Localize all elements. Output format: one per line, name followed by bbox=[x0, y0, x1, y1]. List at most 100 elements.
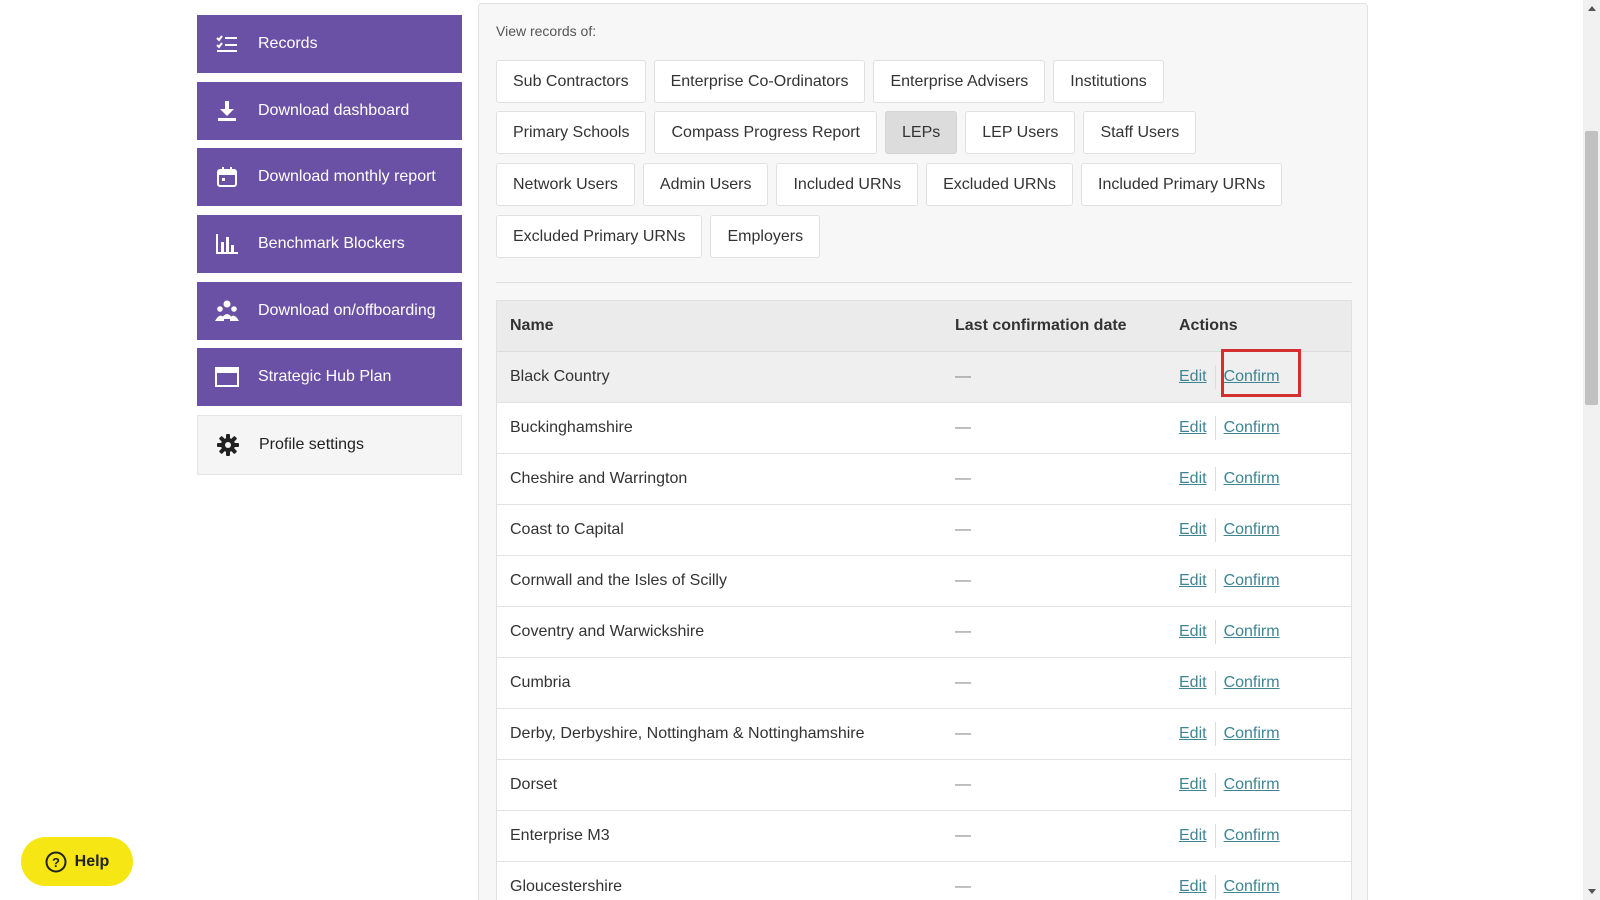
scrollbar-thumb[interactable] bbox=[1585, 131, 1598, 405]
header-name: Name bbox=[510, 317, 554, 334]
sidebar-item-records[interactable]: Records bbox=[197, 15, 462, 73]
sidebar-item-strategic-hub-plan[interactable]: Strategic Hub Plan bbox=[197, 348, 462, 407]
sidebar-item-profile-settings[interactable]: Profile settings bbox=[197, 415, 462, 476]
table-row: Dorset — Edit Confirm bbox=[497, 760, 1351, 811]
action-separator bbox=[1214, 569, 1216, 593]
row-actions: Edit Confirm bbox=[1179, 671, 1280, 695]
question-circle-icon: ? bbox=[45, 851, 67, 873]
confirm-link-wrapper: Confirm bbox=[1224, 725, 1280, 743]
confirm-link[interactable]: Confirm bbox=[1224, 776, 1280, 793]
sidebar-item-download-dashboard[interactable]: Download dashboard bbox=[197, 81, 462, 140]
row-actions: Edit Confirm bbox=[1179, 824, 1280, 848]
action-separator bbox=[1214, 671, 1216, 695]
edit-link[interactable]: Edit bbox=[1179, 470, 1207, 488]
action-separator bbox=[1214, 773, 1216, 797]
download-icon bbox=[215, 99, 239, 123]
filter-sub-contractors[interactable]: Sub Contractors bbox=[496, 60, 646, 103]
row-last-confirmation-date: — bbox=[955, 776, 971, 793]
row-name: Black Country bbox=[510, 368, 610, 385]
confirm-link-wrapper: Confirm bbox=[1224, 572, 1280, 590]
scroll-up-arrow-icon[interactable] bbox=[1583, 0, 1600, 17]
confirm-link[interactable]: Confirm bbox=[1224, 878, 1280, 895]
edit-link[interactable]: Edit bbox=[1179, 623, 1207, 641]
row-actions: Edit Confirm bbox=[1179, 467, 1280, 491]
sidebar-item-download-monthly-report[interactable]: Download monthly report bbox=[197, 148, 462, 207]
confirm-link[interactable]: Confirm bbox=[1224, 419, 1280, 436]
action-separator bbox=[1214, 620, 1216, 644]
table-row: Buckinghamshire — Edit Confirm bbox=[497, 403, 1351, 454]
row-actions: Edit Confirm bbox=[1179, 722, 1280, 746]
edit-link[interactable]: Edit bbox=[1179, 725, 1207, 743]
table-row: Cheshire and Warrington — Edit Confirm bbox=[497, 454, 1351, 505]
confirm-link[interactable]: Confirm bbox=[1224, 368, 1280, 385]
filter-leps[interactable]: LEPs bbox=[885, 111, 958, 154]
row-actions: Edit Confirm bbox=[1179, 518, 1280, 542]
filter-enterprise-co-ordinators[interactable]: Enterprise Co-Ordinators bbox=[653, 60, 866, 103]
sidebar-nav: Records Download dashboard Download mont… bbox=[197, 15, 462, 484]
confirm-link-wrapper: Confirm bbox=[1224, 623, 1280, 641]
bar-chart-icon bbox=[215, 232, 239, 256]
row-actions: Edit Confirm bbox=[1179, 773, 1280, 797]
filter-row: Excluded Primary URNs Employers bbox=[496, 215, 828, 258]
row-actions: Edit Confirm bbox=[1179, 569, 1280, 593]
table-row: Cornwall and the Isles of Scilly — Edit Con… bbox=[497, 556, 1351, 607]
confirm-link-wrapper: Confirm bbox=[1224, 878, 1280, 896]
sidebar-item-download-onoffboarding[interactable]: Download on/offboarding bbox=[197, 281, 462, 340]
filter-compass-progress-report[interactable]: Compass Progress Report bbox=[654, 111, 877, 154]
filter-employers[interactable]: Employers bbox=[710, 215, 821, 258]
scroll-down-arrow-icon[interactable] bbox=[1583, 883, 1600, 900]
row-last-confirmation-date: — bbox=[955, 521, 971, 538]
filter-primary-schools[interactable]: Primary Schools bbox=[496, 111, 647, 154]
row-last-confirmation-date: — bbox=[955, 623, 971, 640]
confirm-link[interactable]: Confirm bbox=[1224, 674, 1280, 691]
edit-link[interactable]: Edit bbox=[1179, 776, 1207, 794]
table-body: Black Country — Edit Confirm Buckinghamshire… bbox=[497, 349, 1351, 900]
action-separator bbox=[1214, 518, 1216, 542]
edit-link[interactable]: Edit bbox=[1179, 674, 1207, 692]
help-label: Help bbox=[74, 852, 110, 870]
page-scrollbar[interactable] bbox=[1583, 0, 1600, 900]
row-name: Cheshire and Warrington bbox=[510, 470, 688, 487]
section-divider bbox=[496, 282, 1352, 283]
row-last-confirmation-date: — bbox=[955, 419, 971, 436]
action-separator bbox=[1214, 365, 1216, 389]
edit-link[interactable]: Edit bbox=[1179, 521, 1207, 539]
filter-admin-users[interactable]: Admin Users bbox=[642, 163, 769, 206]
help-button[interactable]: ? Help bbox=[21, 837, 133, 886]
filter-lep-users[interactable]: LEP Users bbox=[965, 111, 1076, 154]
confirm-link[interactable]: Confirm bbox=[1224, 623, 1280, 640]
sidebar-item-label: Download dashboard bbox=[258, 101, 410, 119]
edit-link[interactable]: Edit bbox=[1179, 572, 1207, 590]
filter-enterprise-advisers[interactable]: Enterprise Advisers bbox=[873, 60, 1046, 103]
filter-row: Network Users Admin Users Included URNs … bbox=[496, 163, 1290, 206]
window-icon bbox=[215, 365, 239, 389]
row-name: Gloucestershire bbox=[510, 878, 623, 895]
table-row: Gloucestershire — Edit Confirm bbox=[497, 862, 1351, 900]
action-separator bbox=[1214, 824, 1216, 848]
confirm-link[interactable]: Confirm bbox=[1224, 572, 1280, 589]
filter-network-users[interactable]: Network Users bbox=[496, 163, 635, 206]
calendar-icon bbox=[215, 165, 239, 189]
filter-institutions[interactable]: Institutions bbox=[1053, 60, 1164, 103]
edit-link[interactable]: Edit bbox=[1179, 368, 1207, 386]
edit-link[interactable]: Edit bbox=[1179, 878, 1207, 896]
confirm-link[interactable]: Confirm bbox=[1224, 827, 1280, 844]
filter-included-primary-urns[interactable]: Included Primary URNs bbox=[1081, 163, 1283, 206]
filter-excluded-primary-urns[interactable]: Excluded Primary URNs bbox=[496, 215, 703, 258]
row-last-confirmation-date: — bbox=[955, 368, 971, 385]
row-name: Coventry and Warwickshire bbox=[510, 623, 705, 640]
row-name: Derby, Derbyshire, Nottingham & Nottingh… bbox=[510, 725, 865, 742]
edit-link[interactable]: Edit bbox=[1179, 827, 1207, 845]
row-name: Cumbria bbox=[510, 674, 571, 691]
row-actions: Edit Confirm bbox=[1179, 620, 1280, 644]
sidebar-item-label: Records bbox=[258, 35, 318, 52]
filter-excluded-urns[interactable]: Excluded URNs bbox=[926, 163, 1074, 206]
action-separator bbox=[1214, 722, 1216, 746]
confirm-link[interactable]: Confirm bbox=[1224, 725, 1280, 742]
filter-included-urns[interactable]: Included URNs bbox=[776, 163, 919, 206]
filter-staff-users[interactable]: Staff Users bbox=[1083, 111, 1197, 154]
confirm-link[interactable]: Confirm bbox=[1224, 470, 1280, 487]
sidebar-item-benchmark-blockers[interactable]: Benchmark Blockers bbox=[197, 215, 462, 274]
edit-link[interactable]: Edit bbox=[1179, 419, 1207, 437]
confirm-link[interactable]: Confirm bbox=[1224, 521, 1280, 538]
